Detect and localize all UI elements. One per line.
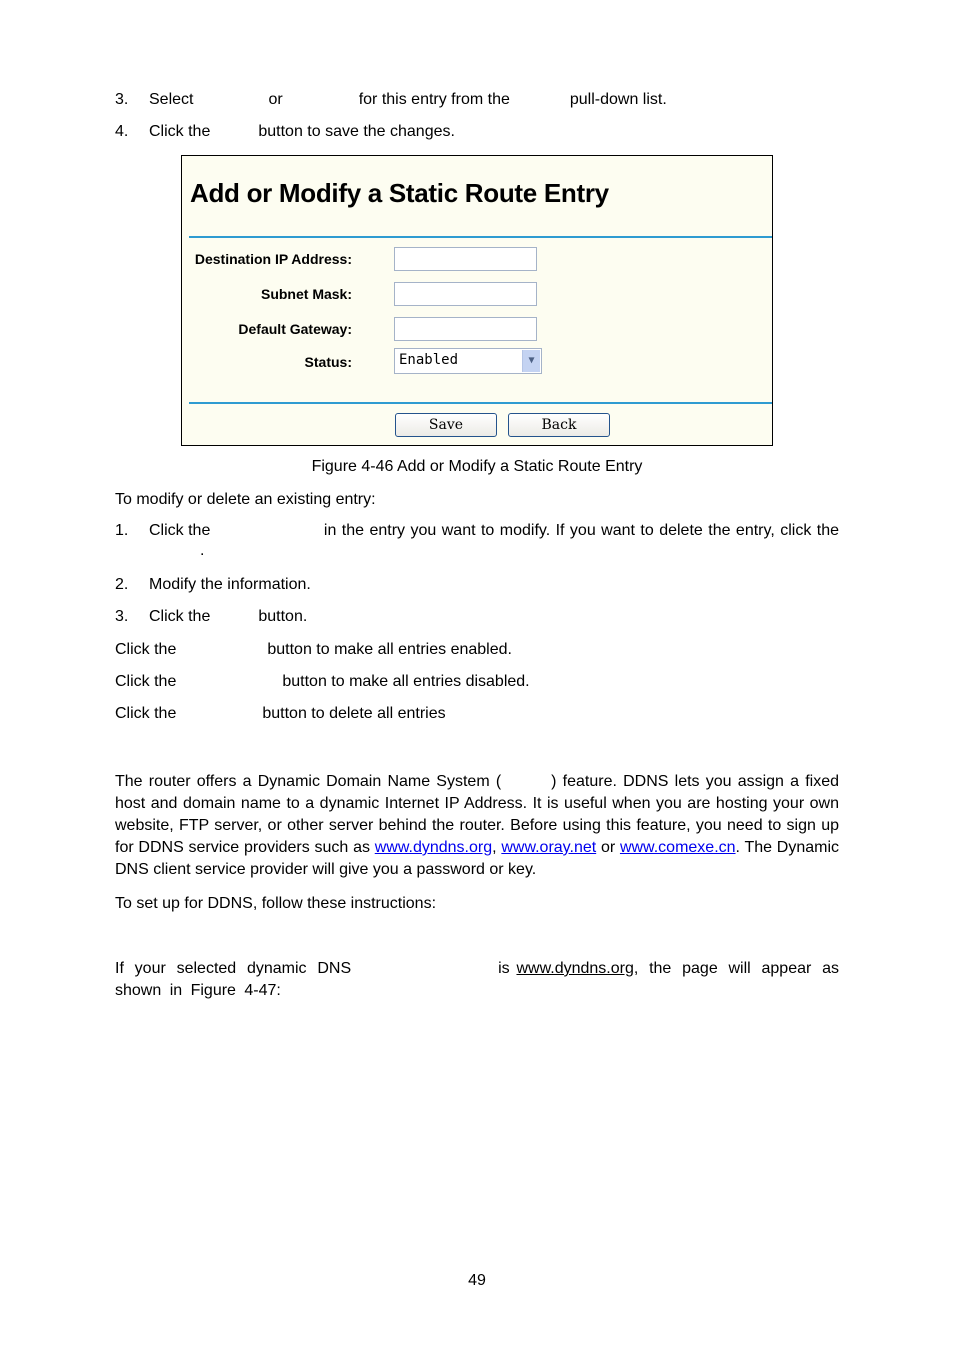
status-select[interactable]: Enabled ▼ bbox=[394, 348, 542, 374]
form-title: Add or Modify a Static Route Entry bbox=[190, 178, 609, 208]
ddns-description: The router offers a Dynamic Domain Name … bbox=[115, 773, 840, 878]
step-text: Select or for this entry from the pull-down… bbox=[149, 91, 667, 108]
step-text: Click the in the entry you want to modify… bbox=[149, 522, 839, 539]
subnet-mask-label: Subnet Mask: bbox=[260, 286, 352, 302]
back-button[interactable]: Back bbox=[508, 413, 610, 437]
footer-divider bbox=[189, 402, 772, 404]
destination-ip-input[interactable] bbox=[394, 247, 537, 271]
default-gateway-input[interactable] bbox=[394, 317, 537, 341]
step-text: Click the button to save the changes. bbox=[149, 123, 455, 140]
modify-intro: To modify or delete an existing entry: bbox=[115, 491, 376, 508]
dyndns-note-link[interactable]: www.dyndns.org bbox=[516, 960, 633, 977]
header-divider bbox=[189, 236, 772, 238]
dyndns-link[interactable]: www.dyndns.org bbox=[375, 839, 492, 856]
step-number: 3. bbox=[115, 91, 129, 108]
subnet-mask-input[interactable] bbox=[394, 282, 537, 306]
status-selected-value: Enabled bbox=[399, 352, 459, 368]
page-number: 49 bbox=[468, 1272, 486, 1289]
step-number: 2. bbox=[115, 576, 129, 593]
step-continuation: . bbox=[200, 542, 205, 559]
step-text: Modify the information. bbox=[149, 576, 311, 593]
step-number: 1. bbox=[115, 522, 129, 539]
step-number: 3. bbox=[115, 608, 129, 625]
disable-all-instruction: Click the button to make all entries disa… bbox=[115, 673, 530, 690]
destination-ip-label: Destination IP Address: bbox=[194, 251, 352, 267]
status-label: Status: bbox=[304, 354, 352, 370]
figure-caption: Figure 4-46 Add or Modify a Static Route… bbox=[311, 458, 643, 475]
default-gateway-label: Default Gateway: bbox=[238, 321, 352, 337]
enable-all-instruction: Click the button to make all entries enab… bbox=[115, 641, 512, 658]
save-button[interactable]: Save bbox=[395, 413, 497, 437]
comexe-link[interactable]: www.comexe.cn bbox=[620, 839, 736, 856]
ddns-setup-intro: To set up for DDNS, follow these instruc… bbox=[115, 895, 437, 912]
delete-all-instruction: Click the button to delete all entries bbox=[115, 705, 446, 722]
static-route-form-figure: Add or Modify a Static Route Entry Desti… bbox=[181, 155, 773, 446]
oray-link[interactable]: www.oray.net bbox=[501, 839, 596, 856]
step-number: 4. bbox=[115, 123, 129, 140]
dyndns-selection-note: If your selected dynamic DNS is www.dyndn… bbox=[115, 960, 840, 999]
chevron-down-icon[interactable]: ▼ bbox=[522, 350, 540, 372]
step-text: Click the button. bbox=[149, 608, 308, 625]
